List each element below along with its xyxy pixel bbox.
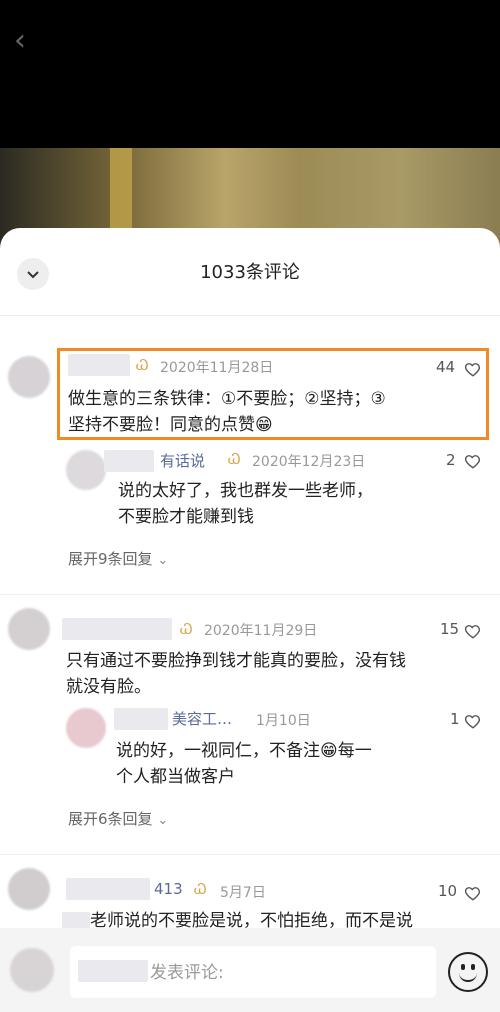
avatar[interactable] (8, 356, 50, 398)
badge-icon: Ꮗ (194, 880, 207, 898)
badge-icon: Ꮗ (228, 450, 241, 468)
expand-replies-label: 展开9条回复 (68, 550, 153, 568)
avatar[interactable] (66, 708, 106, 748)
blurred-placeholder-part (78, 960, 148, 982)
like-count: 1 (450, 710, 460, 728)
blurred-username[interactable] (62, 618, 172, 640)
comment-username[interactable]: 413 (154, 880, 183, 898)
reply-text: 说的好，一视同仁，不备注😁每一 (116, 741, 372, 761)
avatar[interactable] (66, 450, 106, 490)
chevron-down-icon: ⌄ (157, 813, 169, 828)
reply-date: 2020年12月23日 (252, 454, 366, 470)
heart-icon[interactable] (464, 622, 482, 640)
reply-text: 说的太好了，我也群发一些老师， (118, 481, 373, 501)
comment-date: 2020年11月29日 (204, 623, 318, 639)
heart-icon[interactable] (464, 712, 482, 730)
comment-text: 只有通过不要脸挣到钱才能真的要脸，没有钱 (66, 651, 406, 671)
reply-text: 不要脸才能赚到钱 (118, 507, 254, 527)
chevron-down-icon: ⌄ (157, 553, 169, 568)
reply-username[interactable]: 美容工… (172, 708, 232, 729)
highlight-box (57, 348, 489, 440)
reply-date: 1月10日 (256, 713, 311, 729)
sheet-header: 1033条评论 (0, 228, 500, 316)
comment-placeholder: 发表评论: (150, 963, 224, 983)
comments-sheet: 1033条评论 Ꮗ 2020年11月28日 44 做生意的三条铁律：①不要脸；②… (0, 228, 500, 1012)
comment-composer: 发表评论: (0, 928, 500, 1012)
avatar (10, 948, 54, 992)
badge-icon: Ꮗ (180, 620, 193, 638)
expand-replies-button[interactable]: 展开6条回复 ⌄ (68, 808, 168, 829)
avatar[interactable] (8, 608, 50, 650)
heart-icon[interactable] (464, 452, 482, 470)
expand-replies-label: 展开6条回复 (68, 810, 153, 828)
like-count: 2 (446, 451, 456, 469)
comment-date: 5月7日 (220, 885, 266, 901)
expand-replies-button[interactable]: 展开9条回复 ⌄ (68, 548, 168, 569)
heart-icon[interactable] (464, 884, 482, 902)
reply-username[interactable]: 有话说 (160, 450, 205, 471)
divider (0, 854, 500, 855)
top-bar: ‹ (0, 0, 500, 148)
reply-text: 个人都当做客户 (116, 767, 235, 787)
blurred-username[interactable] (114, 708, 168, 730)
comment-text: 就没有脸。 (66, 677, 151, 697)
blurred-username[interactable] (66, 878, 150, 900)
divider (0, 594, 500, 595)
blurred-username[interactable] (104, 450, 154, 472)
smiley-icon[interactable] (448, 952, 488, 992)
avatar[interactable] (8, 868, 50, 910)
like-count: 15 (440, 620, 460, 638)
like-count: 10 (438, 882, 458, 900)
back-icon[interactable]: ‹ (14, 24, 38, 58)
comment-count-title: 1033条评论 (200, 262, 300, 283)
